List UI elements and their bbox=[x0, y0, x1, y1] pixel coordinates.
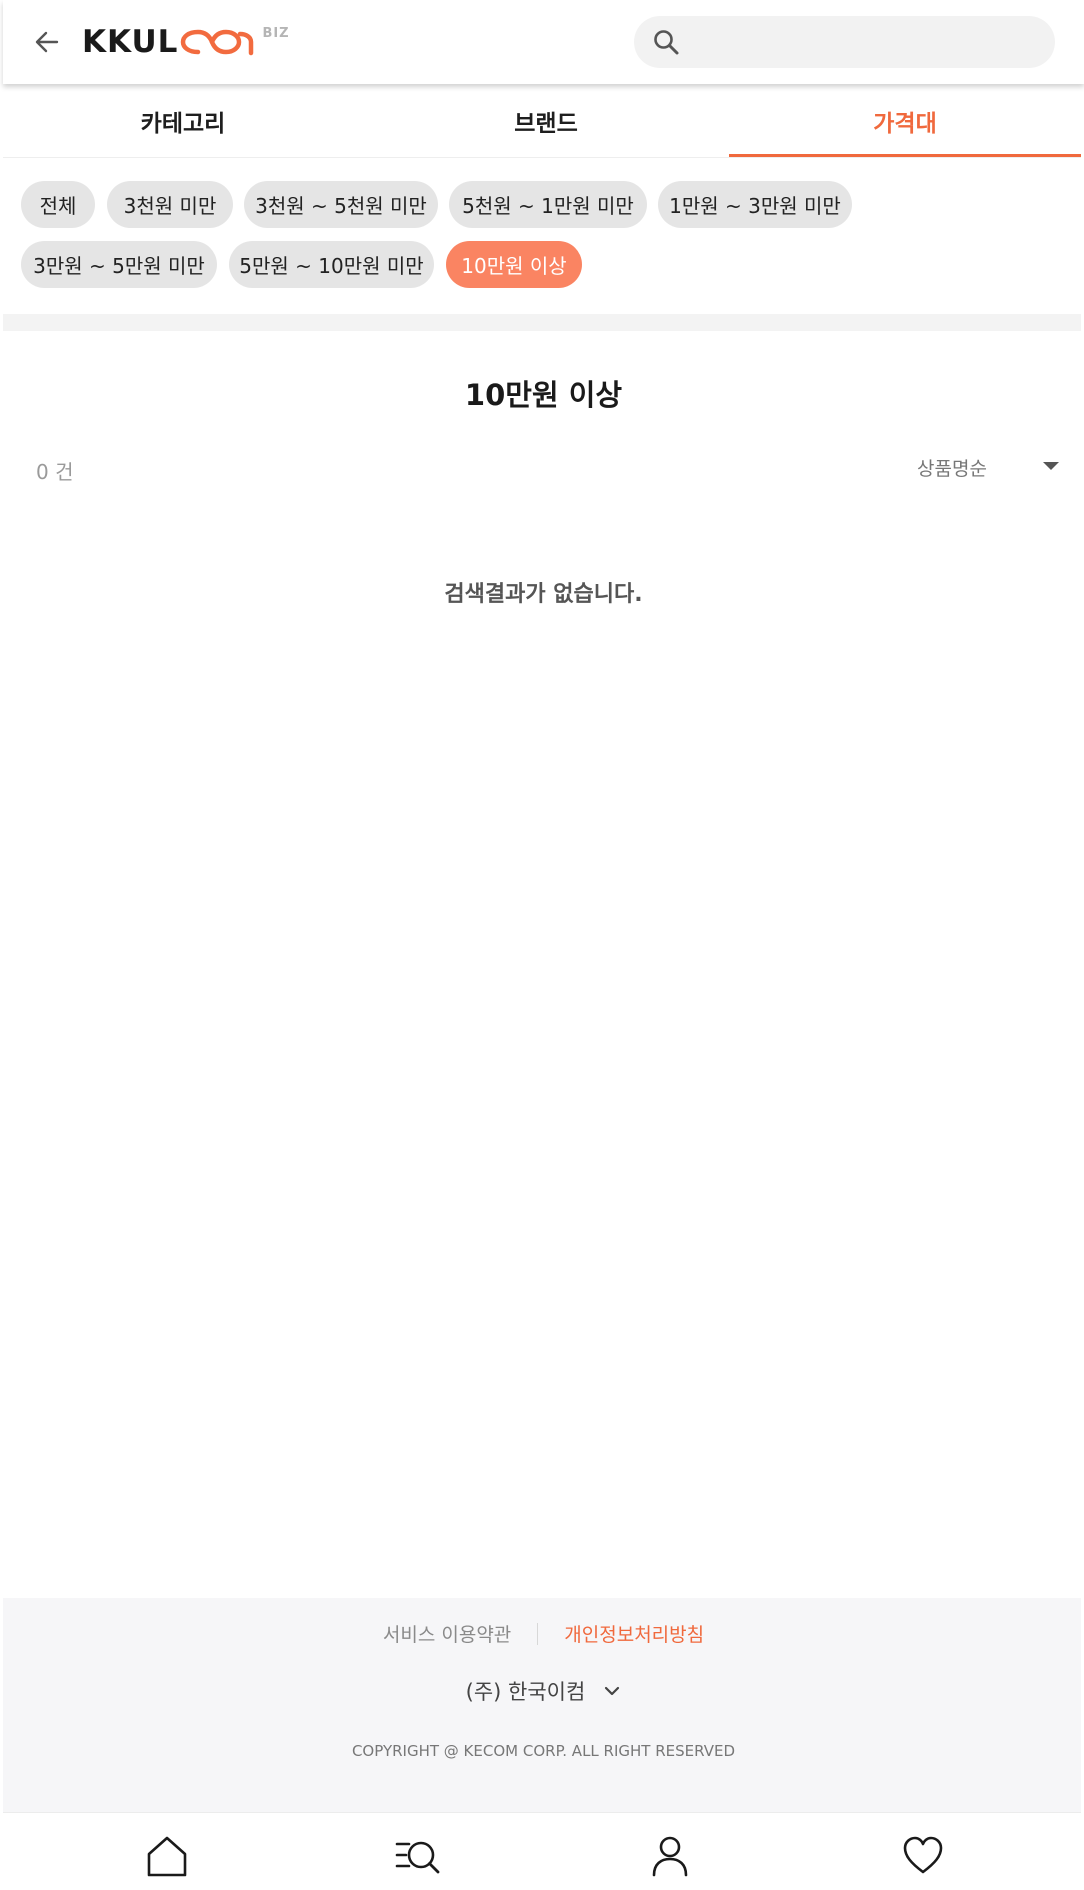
chip-50k-100k[interactable]: 5만원 ~ 10만원 미만 bbox=[229, 241, 434, 288]
empty-results-message: 검색결과가 없습니다. bbox=[444, 582, 643, 607]
result-count: 0 건 bbox=[36, 460, 74, 484]
privacy-policy-link[interactable]: 개인정보처리방침 bbox=[564, 1620, 704, 1647]
chip-all[interactable]: 전체 bbox=[21, 181, 95, 228]
home-icon bbox=[147, 1836, 187, 1877]
tab-price-range[interactable]: 가격대 bbox=[729, 84, 1081, 158]
sort-selected-label: 상품명순 bbox=[917, 458, 987, 480]
search-bar[interactable] bbox=[634, 16, 1055, 68]
user-icon bbox=[652, 1836, 688, 1877]
tab-brand[interactable]: 브랜드 bbox=[363, 84, 729, 158]
heart-icon bbox=[903, 1836, 943, 1874]
brand-logo[interactable]: KKUL BIZ bbox=[82, 22, 290, 62]
content-column: KKUL BIZ 카테고리 브랜드 가격대 전체 3천원 미만 3천원 ~ 5천… bbox=[3, 0, 1084, 1890]
filter-tabs: 카테고리 브랜드 가격대 bbox=[3, 84, 1084, 158]
page-footer: 서비스 이용약관 개인정보처리방침 (주) 한국이컴 COPYRIGHT @ K… bbox=[3, 1598, 1084, 1812]
company-name: (주) 한국이컴 bbox=[465, 1680, 586, 1704]
app-header: KKUL BIZ bbox=[3, 0, 1084, 84]
logo-infinity-mark bbox=[181, 29, 254, 56]
tab-category[interactable]: 카테고리 bbox=[3, 84, 363, 158]
arrow-left-icon bbox=[35, 31, 59, 53]
nav-home[interactable] bbox=[140, 1829, 194, 1883]
logo-text: KKUL bbox=[82, 24, 179, 60]
price-filter-chips: 전체 3천원 미만 3천원 ~ 5천원 미만 5천원 ~ 1만원 미만 1만원 … bbox=[3, 159, 1084, 314]
app-frame: KKUL BIZ 카테고리 브랜드 가격대 전체 3천원 미만 3천원 ~ 5천… bbox=[0, 0, 1084, 1890]
category-search-icon bbox=[395, 1841, 440, 1874]
footer-divider bbox=[537, 1622, 539, 1645]
nav-my-page[interactable] bbox=[643, 1829, 697, 1883]
search-icon[interactable] bbox=[652, 28, 680, 56]
nav-wishlist[interactable] bbox=[896, 1829, 950, 1883]
caret-down-icon bbox=[1043, 462, 1059, 470]
active-tab-indicator bbox=[729, 154, 1081, 157]
chevron-down-icon bbox=[605, 1686, 620, 1696]
section-separator bbox=[3, 314, 1084, 331]
result-title: 10만원 이상 bbox=[464, 378, 623, 412]
chip-under-3k[interactable]: 3천원 미만 bbox=[107, 181, 233, 228]
footer-links: 서비스 이용약관 개인정보처리방침 bbox=[3, 1620, 1084, 1647]
chip-30k-50k[interactable]: 3만원 ~ 5만원 미만 bbox=[21, 241, 217, 288]
chip-over-100k[interactable]: 10만원 이상 bbox=[446, 241, 582, 288]
bottom-navigation bbox=[3, 1812, 1084, 1890]
nav-category-search[interactable] bbox=[391, 1829, 445, 1883]
terms-link[interactable]: 서비스 이용약관 bbox=[383, 1620, 511, 1647]
logo-biz-label: BIZ bbox=[262, 26, 290, 41]
chip-5k-10k[interactable]: 5천원 ~ 1만원 미만 bbox=[449, 181, 647, 228]
copyright-text: COPYRIGHT @ KECOM CORP. ALL RIGHT RESERV… bbox=[351, 1742, 736, 1760]
company-info-toggle[interactable]: (주) 한국이컴 bbox=[3, 1676, 1084, 1706]
search-input[interactable] bbox=[690, 16, 1035, 68]
sort-dropdown[interactable]: 상품명순 bbox=[913, 446, 1063, 486]
back-button[interactable] bbox=[27, 22, 67, 62]
chip-10k-30k[interactable]: 1만원 ~ 3만원 미만 bbox=[658, 181, 852, 228]
chip-3k-5k[interactable]: 3천원 ~ 5천원 미만 bbox=[244, 181, 438, 228]
